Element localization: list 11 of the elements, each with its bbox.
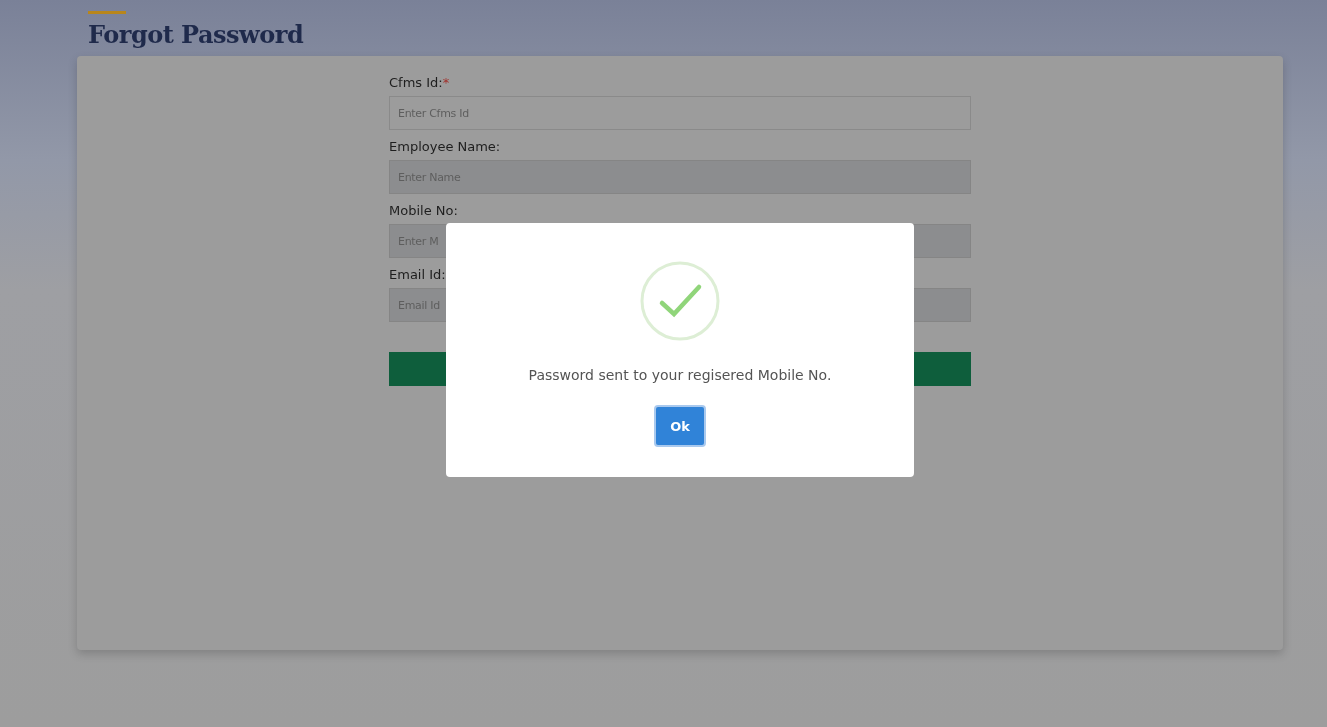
required-asterisk: * bbox=[442, 74, 450, 90]
page-title: Forgot Password bbox=[88, 20, 304, 49]
field-label: Mobile No: bbox=[389, 202, 458, 218]
success-check-icon bbox=[640, 261, 720, 341]
field-label: Cfms Id: bbox=[389, 74, 443, 90]
field-label: Employee Name: bbox=[389, 138, 501, 154]
dialog-message: Password sent to your regisered Mobile No. bbox=[528, 367, 832, 383]
title-accent-line bbox=[88, 11, 126, 14]
input-field[interactable]: Enter Cfms Id bbox=[389, 96, 971, 130]
field-label: Email Id: bbox=[389, 266, 446, 282]
ok-button[interactable]: Ok bbox=[654, 405, 706, 447]
